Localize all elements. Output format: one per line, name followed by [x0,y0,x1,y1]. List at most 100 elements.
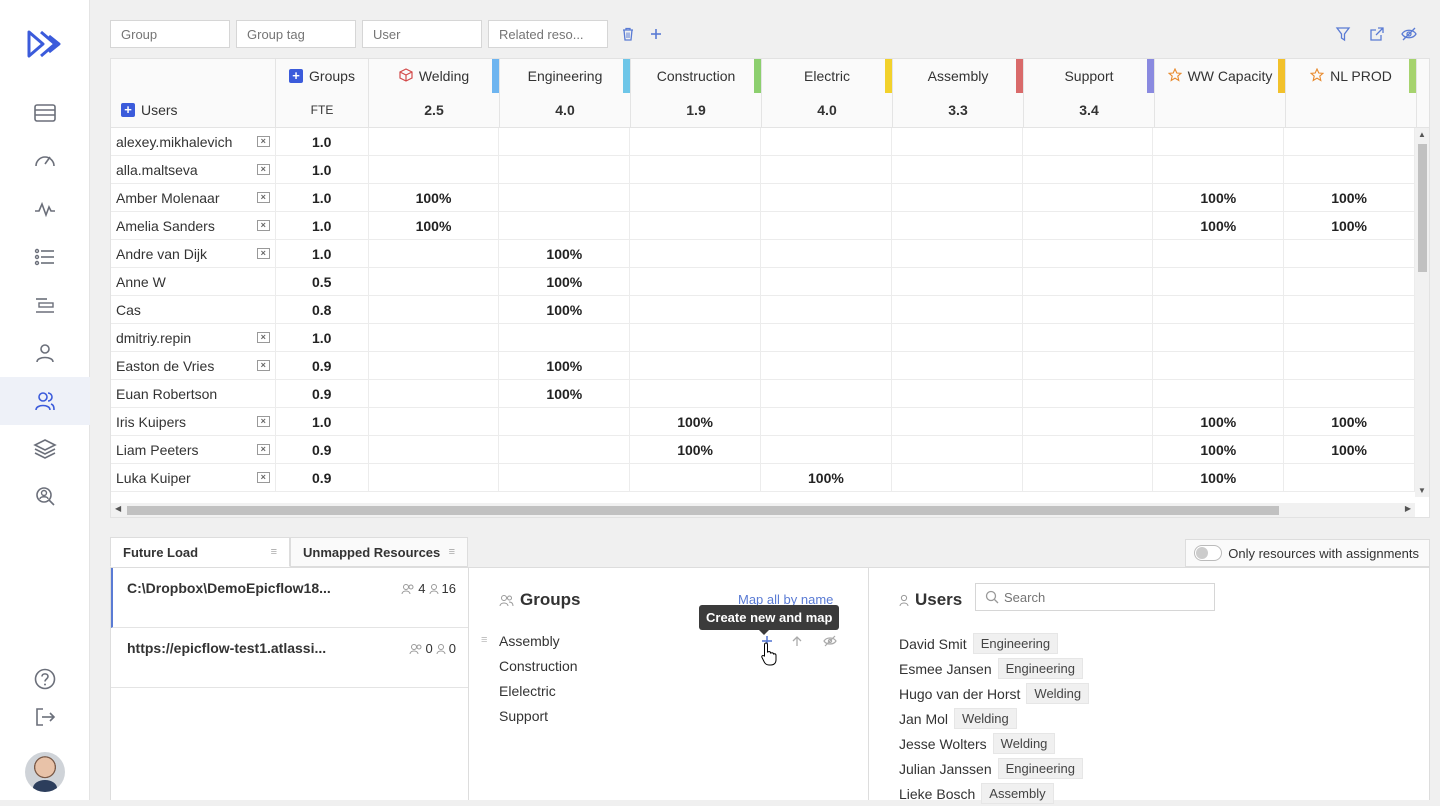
remove-user-icon[interactable]: × [256,360,270,371]
assignment-cell[interactable] [1023,156,1154,183]
scroll-down-arrow-icon[interactable]: ▼ [1418,486,1426,495]
assignment-cell[interactable] [1023,268,1154,295]
assignment-cell[interactable] [499,464,631,491]
assignment-cell[interactable] [1284,464,1415,491]
assignment-cell[interactable]: 100% [630,408,762,435]
assignment-cell[interactable] [1023,128,1154,155]
assignment-cell[interactable] [369,128,500,155]
assignment-cell[interactable] [761,324,892,351]
group-column-header[interactable]: Welding [369,59,500,93]
group-column-header[interactable]: Engineering [500,59,631,93]
scroll-up-arrow-icon[interactable]: ▲ [1418,130,1426,139]
assignment-cell[interactable] [1153,380,1285,407]
user-fte-cell[interactable]: 0.9 [276,436,369,463]
nav-gantt[interactable] [0,281,90,329]
user-name-cell[interactable]: Cas [111,296,276,323]
assignment-cell[interactable] [761,436,892,463]
assignment-cell[interactable]: 100% [1284,212,1415,239]
scroll-right-arrow-icon[interactable]: ▶ [1405,504,1411,513]
list-item[interactable]: Lieke Bosch Assembly [899,781,1089,806]
add-user-button[interactable]: + [121,103,135,117]
add-group-button[interactable]: + [289,69,304,83]
user-name-cell[interactable]: alla.maltseva × [111,156,276,183]
user-fte-cell[interactable]: 1.0 [276,408,369,435]
assignment-cell[interactable] [369,240,500,267]
user-name-cell[interactable]: dmitriy.repin × [111,324,276,351]
nav-dashboard[interactable] [0,137,90,185]
remove-user-icon[interactable]: × [256,332,270,343]
assignment-cell[interactable] [499,324,631,351]
list-item[interactable]: Jesse Wolters Welding [899,731,1089,756]
assignment-cell[interactable] [761,184,892,211]
assignment-cell[interactable]: 100% [630,436,762,463]
assignment-cell[interactable] [1023,408,1154,435]
group-column-header[interactable]: NL PROD [1286,59,1417,93]
vertical-scroll-thumb[interactable] [1418,144,1427,272]
assignment-cell[interactable] [892,380,1023,407]
horizontal-scroll-thumb[interactable] [127,506,1279,515]
assignment-cell[interactable] [630,156,762,183]
assignment-cell[interactable] [1284,380,1415,407]
assignment-cell[interactable] [1153,156,1285,183]
assignment-cell[interactable] [1153,352,1285,379]
toggle-switch[interactable] [1194,545,1223,561]
remove-user-icon[interactable]: × [256,444,270,455]
group-column-header[interactable]: Electric [762,59,893,93]
assignment-cell[interactable] [1023,380,1154,407]
assignment-cell[interactable] [1153,324,1285,351]
assignment-cell[interactable]: 100% [1284,184,1415,211]
assignment-cell[interactable] [1023,296,1154,323]
user-fte-cell[interactable]: 0.9 [276,464,369,491]
assignment-cell[interactable]: 100% [499,352,631,379]
assignment-cell[interactable] [1023,184,1154,211]
assignment-cell[interactable] [1023,240,1154,267]
assignment-cell[interactable] [892,212,1023,239]
user-fte-cell[interactable]: 1.0 [276,324,369,351]
assignment-cell[interactable]: 100% [1153,184,1285,211]
tab-menu-icon[interactable]: ≡ [271,546,277,558]
map-up-button[interactable] [791,634,803,646]
assignment-cell[interactable] [499,408,631,435]
assignment-cell[interactable] [630,296,762,323]
assignment-cell[interactable]: 100% [369,184,500,211]
group-column-header[interactable]: WW Capacity [1155,59,1286,93]
user-name-cell[interactable]: Iris Kuipers × [111,408,276,435]
assignment-cell[interactable] [1023,464,1154,491]
assignment-cell[interactable] [630,464,762,491]
assignment-cell[interactable] [630,184,762,211]
assignment-cell[interactable] [761,240,892,267]
assignment-cell[interactable] [1284,156,1415,183]
assignment-cell[interactable] [1284,296,1415,323]
user-filter-input[interactable] [362,20,482,48]
assignment-cell[interactable] [1284,240,1415,267]
assignment-cell[interactable] [369,268,500,295]
delete-button[interactable] [618,24,638,44]
nav-logout[interactable] [0,693,90,741]
group-item[interactable]: Support [499,708,578,733]
assignment-cell[interactable]: 100% [1284,408,1415,435]
assignment-cell[interactable] [499,156,631,183]
source-item[interactable]: https://epicflow-test1.atlassi... 0 0 [111,628,468,688]
assignment-cell[interactable] [1284,268,1415,295]
assignment-cell[interactable] [761,296,892,323]
add-filter-button[interactable] [646,24,666,44]
user-fte-cell[interactable]: 0.5 [276,268,369,295]
assignment-cell[interactable] [892,408,1023,435]
assignment-cell[interactable] [369,408,500,435]
assignment-cell[interactable] [630,324,762,351]
assignment-cell[interactable]: 100% [499,380,631,407]
user-name-cell[interactable]: Easton de Vries × [111,352,276,379]
assignment-cell[interactable]: 100% [1153,212,1285,239]
nav-user[interactable] [0,329,90,377]
user-fte-cell[interactable]: 1.0 [276,156,369,183]
assignment-cell[interactable]: 100% [1153,464,1285,491]
export-button[interactable] [1367,24,1387,44]
user-fte-cell[interactable]: 0.8 [276,296,369,323]
assignment-cell[interactable] [1284,128,1415,155]
tab-unmapped-resources[interactable]: Unmapped Resources ≡ [290,537,468,567]
assignment-cell[interactable]: 100% [499,240,631,267]
nav-database[interactable] [0,89,90,137]
nav-layers[interactable] [0,425,90,473]
assignment-cell[interactable]: 100% [761,464,892,491]
user-name-cell[interactable]: Amber Molenaar × [111,184,276,211]
